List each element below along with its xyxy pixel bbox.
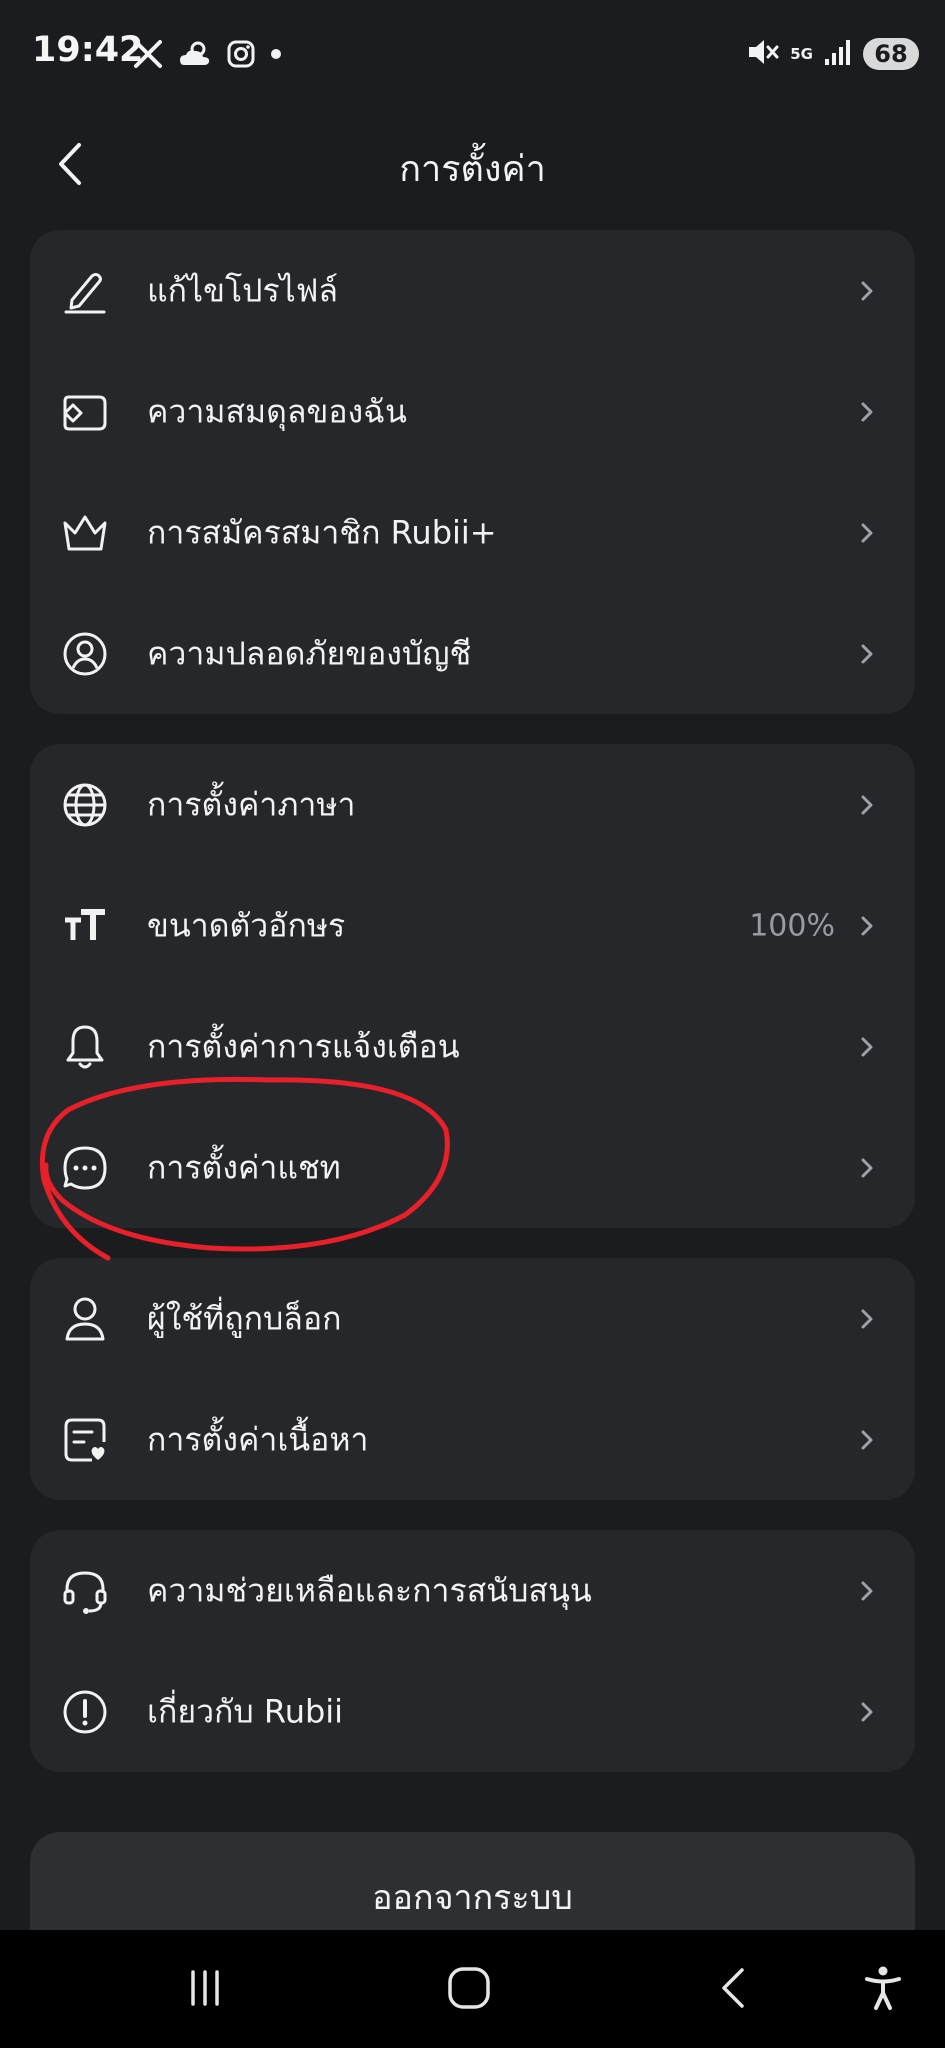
settings-item-label: การตั้งค่าเนื้อหา <box>147 1420 369 1458</box>
chat-bubble-icon <box>58 1141 112 1195</box>
x-icon <box>132 38 164 70</box>
chevron-right-icon <box>857 279 877 303</box>
accessibility-icon <box>863 1965 903 2015</box>
settings-group-privacy: ผู้ใช้ที่ถูกบล็อก การตั้งค่าเนื้อหา <box>30 1258 915 1500</box>
globe-icon <box>58 778 112 832</box>
settings-item-label: เกี่ยวกับ Rubii <box>147 1692 344 1730</box>
settings-item-label: การตั้งค่าภาษา <box>147 785 356 823</box>
settings-item-label: ผู้ใช้ที่ถูกบล็อก <box>147 1299 342 1337</box>
battery-indicator: 68 <box>863 38 919 70</box>
person-icon <box>58 1292 112 1346</box>
back-icon <box>718 1966 748 2014</box>
chevron-right-icon <box>857 793 877 817</box>
recent-apps-icon <box>185 1968 225 2012</box>
settings-item-language[interactable]: การตั้งค่าภาษา <box>30 744 915 865</box>
accessibility-button[interactable] <box>848 1960 918 2020</box>
settings-item-chat[interactable]: การตั้งค่าแชท <box>30 1107 915 1228</box>
chevron-right-icon <box>857 1579 877 1603</box>
system-nav-bar <box>0 1930 945 2048</box>
content-icon <box>58 1413 112 1467</box>
crown-icon <box>58 506 112 560</box>
chevron-right-icon <box>857 642 877 666</box>
chevron-right-icon <box>857 1700 877 1724</box>
home-icon <box>446 1965 492 2015</box>
chevron-right-icon <box>857 1156 877 1180</box>
settings-item-label: การตั้งค่าแชท <box>147 1148 341 1186</box>
bell-icon <box>58 1020 112 1074</box>
chevron-right-icon <box>857 400 877 424</box>
weather-icon <box>178 39 212 69</box>
signal-icon <box>823 37 853 71</box>
info-icon <box>58 1685 112 1739</box>
settings-item-subscription[interactable]: การสมัครสมาชิก Rubii+ <box>30 472 915 593</box>
settings-group-account: แก้ไขโปรไฟล์ ความสมดุลของฉัน การสมัครสมา… <box>30 230 915 714</box>
text-size-icon <box>58 899 112 953</box>
status-time: 19:42 <box>32 30 144 70</box>
settings-item-account-security[interactable]: ความปลอดภัยของบัญชี <box>30 593 915 714</box>
user-circle-icon <box>58 627 112 681</box>
settings-item-label: ความปลอดภัยของบัญชี <box>147 634 472 672</box>
network-label: 5G <box>790 45 813 63</box>
settings-item-edit-profile[interactable]: แก้ไขโปรไฟล์ <box>30 230 915 351</box>
system-back-button[interactable] <box>698 1960 768 2020</box>
settings-item-label: ขนาดตัวอักษร <box>147 906 346 944</box>
settings-group-preferences: การตั้งค่าภาษา ขนาดตัวอักษร 100% การตั้ง… <box>30 744 915 1228</box>
status-bar: 19:42 5G 68 <box>0 0 945 100</box>
chevron-right-icon <box>857 1035 877 1059</box>
settings-item-notifications[interactable]: การตั้งค่าการแจ้งเตือน <box>30 986 915 1107</box>
status-left-icons <box>132 30 282 78</box>
page-title: การตั้งค่า <box>399 149 546 190</box>
chevron-right-icon <box>857 1428 877 1452</box>
chevron-right-icon <box>857 521 877 545</box>
status-right-icons: 5G 68 <box>746 34 919 74</box>
settings-item-about[interactable]: เกี่ยวกับ Rubii <box>30 1651 915 1772</box>
pencil-icon <box>58 264 112 318</box>
settings-item-content[interactable]: การตั้งค่าเนื้อหา <box>30 1379 915 1500</box>
settings-item-label: การตั้งค่าการแจ้งเตือน <box>147 1027 460 1065</box>
settings-item-label: แก้ไขโปรไฟล์ <box>147 271 339 309</box>
settings-item-label: ความช่วยเหลือและการสนับสนุน <box>147 1571 592 1609</box>
instagram-icon <box>226 39 256 69</box>
settings-item-my-balance[interactable]: ความสมดุลของฉัน <box>30 351 915 472</box>
chevron-right-icon <box>857 914 877 938</box>
settings-item-label: ความสมดุลของฉัน <box>147 392 407 430</box>
headset-icon <box>58 1564 112 1618</box>
settings-item-help[interactable]: ความช่วยเหลือและการสนับสนุน <box>30 1530 915 1651</box>
settings-item-blocked-users[interactable]: ผู้ใช้ที่ถูกบล็อก <box>30 1258 915 1379</box>
logout-label: ออกจากระบบ <box>372 1878 573 1918</box>
font-size-value: 100% <box>749 908 835 943</box>
dot-icon <box>270 48 282 60</box>
header: การตั้งค่า <box>0 110 945 220</box>
settings-group-support: ความช่วยเหลือและการสนับสนุน เกี่ยวกับ Ru… <box>30 1530 915 1772</box>
home-button[interactable] <box>434 1960 504 2020</box>
chevron-right-icon <box>857 1307 877 1331</box>
wallet-icon <box>58 385 112 439</box>
settings-item-font-size[interactable]: ขนาดตัวอักษร 100% <box>30 865 915 986</box>
recent-apps-button[interactable] <box>170 1960 240 2020</box>
mute-icon <box>746 36 780 72</box>
settings-item-label: การสมัครสมาชิก Rubii+ <box>147 513 497 551</box>
